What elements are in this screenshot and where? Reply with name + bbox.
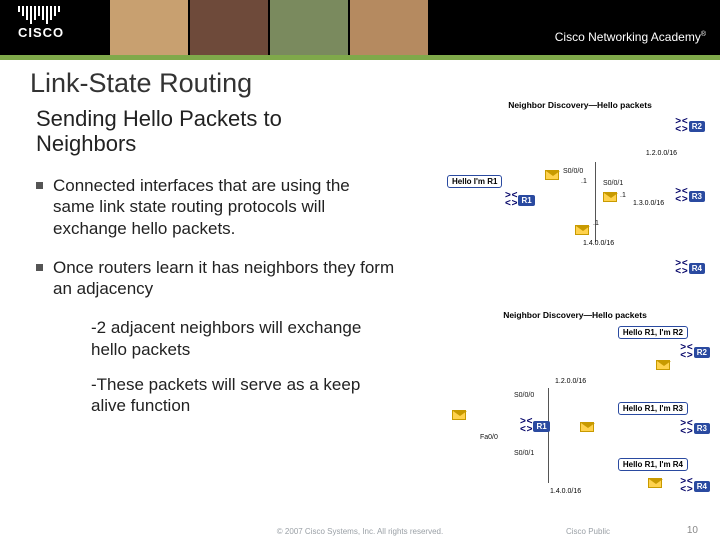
- bullet-icon: [36, 264, 43, 271]
- iface-dot: .1: [581, 178, 587, 185]
- footer: © 2007 Cisco Systems, Inc. All rights re…: [0, 527, 720, 536]
- copyright: © 2007 Cisco Systems, Inc. All rights re…: [277, 527, 443, 536]
- router-label: R2: [694, 347, 710, 358]
- iface-label: S0/0/0: [563, 168, 583, 175]
- network-label: 1.3.0.0/16: [633, 200, 664, 207]
- network-label: 1.2.0.0/16: [555, 378, 586, 385]
- router-label: R1: [533, 421, 549, 432]
- hello-bubble-r4: Hello R1, I'm R4: [618, 458, 688, 471]
- diagram-top: Neighbor Discovery—Hello packets > << > …: [455, 100, 705, 114]
- diagram-caption: Neighbor Discovery—Hello packets: [440, 310, 710, 320]
- speech-text: Hello R1, I'm R2: [618, 326, 688, 339]
- router-label: R2: [689, 121, 705, 132]
- envelope-icon: [603, 192, 617, 202]
- router-r4: > << > R4: [680, 478, 710, 494]
- network-label: 1.4.0.0/16: [583, 240, 614, 247]
- subpoint-2: -These packets will serve as a keep aliv…: [91, 374, 381, 417]
- banner-photo-strip: [110, 0, 430, 55]
- router-r1: > << > R1: [505, 192, 535, 208]
- iface-label: S0/0/1: [514, 450, 534, 457]
- body-text: Connected interfaces that are using the …: [36, 175, 396, 430]
- router-r1: > << > R1: [520, 418, 550, 434]
- top-banner: CISCO Cisco Networking Academy®: [0, 0, 720, 60]
- router-r2: > << > R2: [680, 344, 710, 360]
- router-label: R1: [518, 195, 534, 206]
- bullet-icon: [36, 182, 43, 189]
- classification: Cisco Public: [566, 527, 610, 536]
- link-line: [595, 162, 596, 242]
- router-icon: > << >: [680, 478, 691, 494]
- cisco-wordmark: CISCO: [18, 26, 64, 39]
- speech-text: Hello I'm R1: [447, 175, 502, 188]
- router-label: R3: [689, 191, 705, 202]
- envelope-icon: [580, 422, 594, 432]
- hello-bubble-r2: Hello R1, I'm R2: [618, 326, 688, 339]
- router-icon: > << >: [675, 260, 686, 276]
- cisco-bars-icon: [18, 6, 64, 24]
- diagram-caption: Neighbor Discovery—Hello packets: [455, 100, 705, 110]
- speech-text: Hello R1, I'm R4: [618, 458, 688, 471]
- router-icon: > << >: [520, 418, 531, 434]
- network-label: 1.4.0.0/16: [550, 488, 581, 495]
- diagram-bottom: Neighbor Discovery—Hello packets Hello R…: [440, 310, 710, 324]
- router-label: R4: [694, 481, 710, 492]
- trademark-icon: ®: [701, 31, 706, 38]
- program-label: Cisco Networking Academy: [555, 30, 701, 44]
- iface-label: S0/0/0: [514, 392, 534, 399]
- slide: CISCO Cisco Networking Academy® Link-Sta…: [0, 0, 720, 540]
- router-r3: > << > R3: [680, 420, 710, 436]
- router-label: R4: [689, 263, 705, 274]
- iface-label: S0/0/1: [603, 180, 623, 187]
- iface-label: Fa0/0: [480, 434, 498, 441]
- router-icon: > << >: [675, 188, 686, 204]
- iface-dot: .1: [620, 192, 626, 199]
- hello-bubble-r3: Hello R1, I'm R3: [618, 402, 688, 415]
- program-name: Cisco Networking Academy®: [555, 30, 706, 44]
- page-number: 10: [687, 525, 698, 536]
- router-icon: > << >: [675, 118, 686, 134]
- envelope-icon: [575, 225, 589, 235]
- bullet-text: Once routers learn it has neighbors they…: [53, 257, 396, 300]
- router-r3: > << > R3: [675, 188, 705, 204]
- router-icon: > << >: [680, 344, 691, 360]
- bullet-text: Connected interfaces that are using the …: [53, 175, 396, 239]
- envelope-icon: [545, 170, 559, 180]
- slide-subtitle: Sending Hello Packets to Neighbors: [36, 106, 366, 157]
- router-icon: > << >: [505, 192, 516, 208]
- speech-text: Hello R1, I'm R3: [618, 402, 688, 415]
- envelope-icon: [656, 360, 670, 370]
- slide-title: Link-State Routing: [30, 68, 252, 99]
- cisco-logo: CISCO: [18, 6, 64, 39]
- link-line: [548, 388, 549, 483]
- router-icon: > << >: [680, 420, 691, 436]
- envelope-icon: [452, 410, 466, 420]
- subpoint-1: -2 adjacent neighbors will exchange hell…: [91, 317, 381, 360]
- router-label: R3: [694, 423, 710, 434]
- hello-bubble: Hello I'm R1: [447, 175, 502, 188]
- router-r2: > << > R2: [675, 118, 705, 134]
- network-label: 1.2.0.0/16: [646, 150, 677, 157]
- banner-accent-bar: [0, 55, 720, 60]
- envelope-icon: [648, 478, 662, 488]
- bullet-2: Once routers learn it has neighbors they…: [36, 257, 396, 300]
- router-r4: > << > R4: [675, 260, 705, 276]
- iface-dot: .1: [593, 220, 599, 227]
- bullet-1: Connected interfaces that are using the …: [36, 175, 396, 239]
